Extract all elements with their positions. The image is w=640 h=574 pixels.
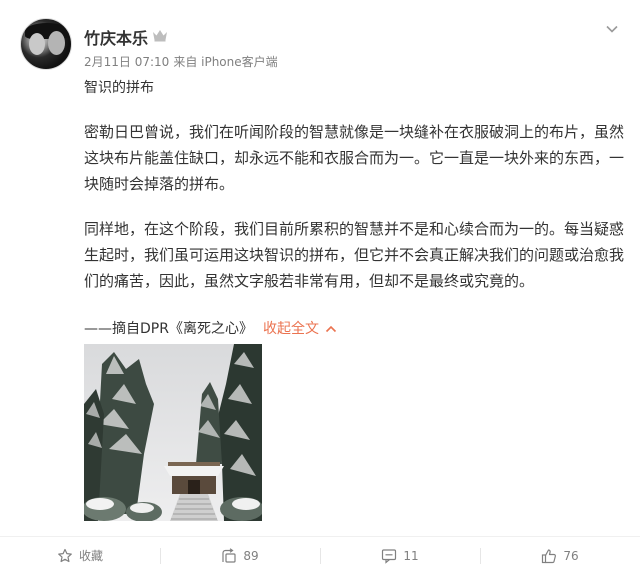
repost-count: 89 [243, 548, 259, 563]
star-icon [58, 548, 72, 562]
repost-icon [222, 547, 236, 563]
collapse-button[interactable]: 收起全文 [263, 321, 337, 337]
avatar[interactable] [20, 18, 72, 70]
like-count: 76 [563, 548, 579, 563]
weibo-post-card: 竹庆本乐 2月11日 07:10 来自 iPhone客户端 智识的拼布 密勒日巴曾… [0, 0, 640, 574]
post-source: 来自 iPhone客户端 [173, 55, 278, 69]
post-timestamp[interactable]: 2月11日 07:10 [84, 55, 169, 69]
chevron-up-icon [325, 325, 337, 333]
repost-button[interactable]: 89 [160, 537, 320, 574]
action-bar: 收藏 89 11 76 [0, 537, 640, 574]
quote-source: ——摘自DPR《离死之心》 收起全文 [84, 318, 337, 338]
comment-button[interactable]: 11 [320, 537, 480, 574]
post-paragraph: 同样地，在这个阶段，我们目前所累积的智慧并不是和心续合而为一的。每当疑惑生起时，… [84, 220, 625, 290]
thumbs-up-icon [542, 548, 557, 563]
post-title: 智识的拼布 [84, 80, 154, 96]
snowy-temple-photo [84, 344, 262, 521]
comment-icon [382, 548, 397, 564]
crown-icon [153, 30, 167, 42]
chevron-down-icon[interactable] [605, 22, 619, 36]
source-text: ——摘自DPR《离死之心》 [84, 321, 253, 337]
post-paragraph: 密勒日巴曾说，我们在听闻阶段的智慧就像是一块缝补在衣服破洞上的布片，虽然这块布片… [84, 123, 625, 193]
collapse-label: 收起全文 [262, 321, 319, 337]
favorite-button[interactable]: 收藏 [0, 537, 160, 574]
username[interactable]: 竹庆本乐 [84, 25, 148, 49]
favorite-label: 收藏 [78, 549, 103, 563]
like-button[interactable]: 76 [480, 537, 640, 574]
post-meta: 2月11日 07:10 来自 iPhone客户端 [84, 53, 278, 70]
comment-count: 11 [403, 548, 419, 563]
post-image[interactable] [84, 344, 262, 521]
